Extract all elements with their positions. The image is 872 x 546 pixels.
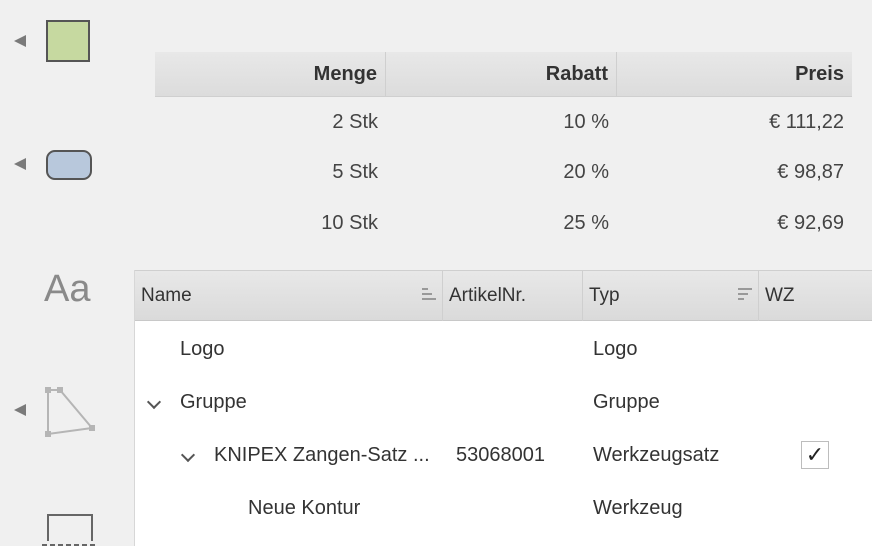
wz-checkbox[interactable]: ✓ bbox=[801, 441, 829, 469]
shape-toolbar: Aa bbox=[0, 0, 135, 546]
column-header-preis[interactable]: Preis bbox=[617, 52, 852, 96]
name-cell: Gruppe bbox=[180, 391, 247, 413]
column-header-label: WZ bbox=[765, 285, 795, 306]
tree-header: Name ArtikelNr. Typ WZ bbox=[135, 270, 872, 321]
polygon-tool[interactable] bbox=[0, 370, 134, 450]
column-header-artikelnr[interactable]: ArtikelNr. bbox=[443, 271, 583, 321]
column-header-typ[interactable]: Typ bbox=[583, 271, 759, 321]
expand-arrow-icon[interactable] bbox=[14, 404, 26, 416]
tree-row[interactable]: Neue Kontur Werkzeug bbox=[135, 482, 872, 535]
name-cell: Neue Kontur bbox=[248, 497, 361, 519]
name-cell: KNIPEX Zangen-Satz ... bbox=[214, 444, 430, 466]
column-header-rabatt[interactable]: Rabatt bbox=[386, 52, 617, 96]
table-row[interactable]: 5 Stk 20 % € 98,87 bbox=[155, 147, 852, 197]
column-header-label: Typ bbox=[589, 285, 620, 306]
tree-row[interactable]: Logo Logo bbox=[135, 323, 872, 376]
preis-cell: € 92,69 bbox=[777, 212, 844, 234]
column-header-menge[interactable]: Menge bbox=[155, 52, 386, 96]
column-header-wz[interactable]: WZ bbox=[759, 271, 872, 321]
preis-cell: € 111,22 bbox=[769, 111, 844, 133]
typ-cell: Werkzeugsatz bbox=[593, 444, 720, 466]
menge-cell: 5 Stk bbox=[332, 161, 378, 183]
column-header-name[interactable]: Name bbox=[135, 271, 443, 321]
text-icon: Aa bbox=[44, 268, 91, 310]
rabatt-cell: 20 % bbox=[563, 161, 609, 183]
polygon-icon bbox=[45, 387, 95, 437]
rabatt-cell: 25 % bbox=[563, 212, 609, 234]
table-row[interactable]: 10 Stk 25 % € 92,69 bbox=[155, 198, 852, 248]
column-header-label: Name bbox=[141, 285, 192, 306]
typ-cell: Gruppe bbox=[593, 391, 660, 413]
preis-cell: € 98,87 bbox=[777, 161, 844, 183]
tree-row[interactable]: KNIPEX Zangen-Satz ... 53068001 Werkzeug… bbox=[135, 429, 872, 482]
menge-cell: 2 Stk bbox=[332, 111, 378, 133]
typ-cell: Werkzeug bbox=[593, 497, 683, 519]
typ-cell: Logo bbox=[593, 338, 638, 360]
chevron-down-icon[interactable] bbox=[146, 394, 162, 410]
name-cell: Logo bbox=[180, 338, 225, 360]
chevron-down-icon[interactable] bbox=[180, 447, 196, 463]
price-scale-panel: Menge Rabatt Preis 2 Stk 10 % € 111,22 5… bbox=[134, 0, 872, 270]
dashed-frame-icon bbox=[42, 514, 98, 546]
artikelnr-cell: 53068001 bbox=[456, 444, 545, 466]
sort-ascending-icon[interactable] bbox=[422, 288, 436, 302]
rabatt-cell: 10 % bbox=[563, 111, 609, 133]
menge-cell: 10 Stk bbox=[321, 212, 378, 234]
table-row[interactable]: 2 Stk 10 % € 111,22 bbox=[155, 97, 852, 147]
text-tool[interactable]: Aa bbox=[0, 0, 134, 330]
element-tree: Name ArtikelNr. Typ WZ Logo Logo Gruppe … bbox=[135, 270, 872, 546]
column-header-label: ArtikelNr. bbox=[449, 285, 527, 306]
price-table-header: Menge Rabatt Preis bbox=[155, 52, 852, 97]
filter-icon[interactable] bbox=[738, 288, 752, 302]
frame-tool[interactable] bbox=[0, 505, 134, 546]
tree-row[interactable]: Gruppe Gruppe bbox=[135, 376, 872, 429]
